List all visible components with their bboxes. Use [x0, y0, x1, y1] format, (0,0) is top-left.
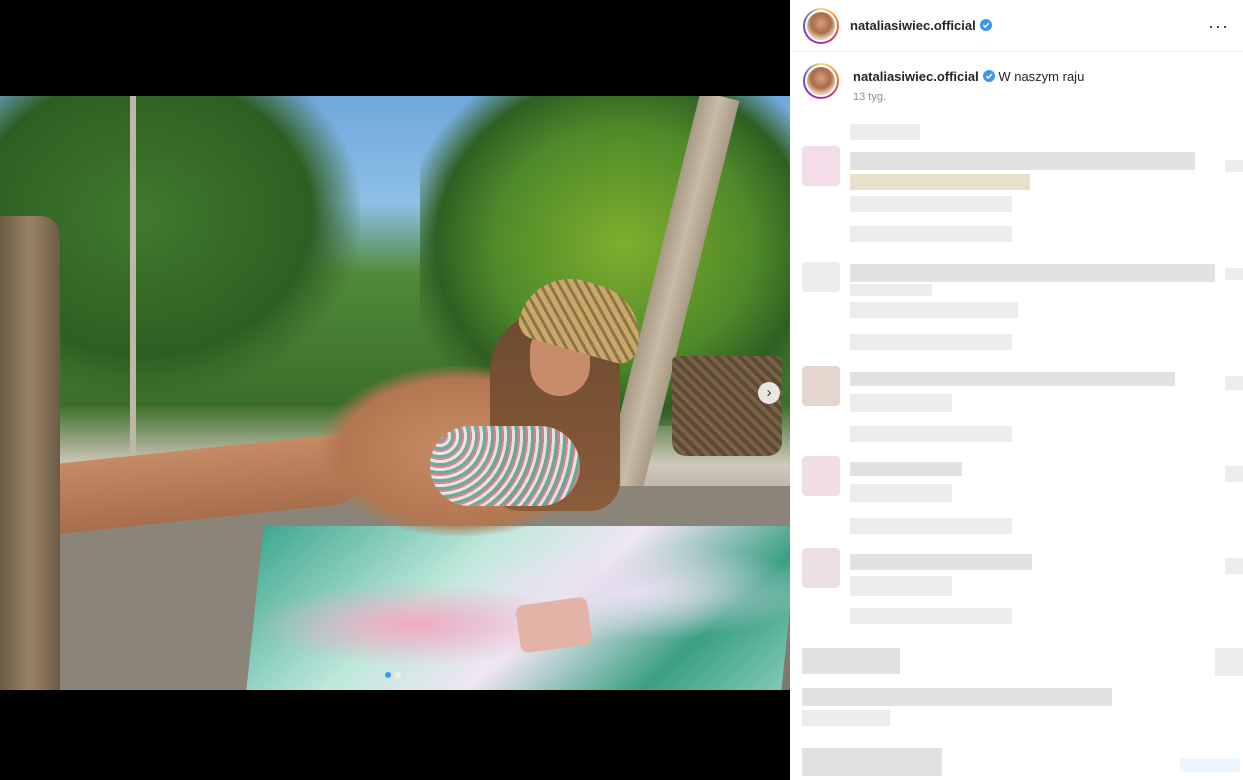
carousel-next-button[interactable]: ›	[758, 382, 780, 404]
obscured-comment-block	[1215, 648, 1243, 676]
obscured-comment-block	[1225, 160, 1243, 172]
caption-text: W naszym raju	[998, 69, 1085, 84]
wicker-basket	[672, 356, 782, 456]
obscured-comment-block	[850, 196, 1012, 212]
obscured-comment-block	[850, 334, 1012, 350]
obscured-comment-block	[850, 152, 1195, 170]
obscured-comment-block	[850, 554, 1032, 570]
obscured-comment-block	[850, 174, 1030, 190]
obscured-comment-block	[802, 688, 1112, 706]
obscured-comment-block	[1180, 758, 1240, 772]
obscured-comment-block	[850, 394, 952, 412]
header-username[interactable]: nataliasiwiec.official	[850, 18, 992, 33]
caption-timestamp: 13 tyg.	[853, 91, 887, 103]
obscured-comment-block	[850, 462, 962, 476]
smartphone	[515, 596, 593, 654]
obscured-comment-block	[802, 146, 840, 186]
avatar[interactable]	[803, 7, 839, 44]
post-photo[interactable]	[0, 96, 790, 690]
obscured-comment-block	[850, 302, 1018, 318]
carousel-indicator	[385, 672, 401, 678]
palm-pole	[130, 96, 136, 456]
obscured-comment-block	[850, 608, 1012, 624]
post-side-panel: nataliasiwiec.official ··· nataliasiwiec…	[790, 0, 1243, 780]
carousel-dot	[395, 672, 401, 678]
instagram-post-view: › nataliasiwiec.official ··· nataliasiwi…	[0, 0, 1243, 780]
carousel-dot-active	[385, 672, 391, 678]
obscured-comment-block	[850, 264, 1215, 282]
obscured-comment-block	[1225, 376, 1243, 390]
more-icon[interactable]: ···	[1208, 17, 1229, 35]
bikini	[430, 426, 580, 506]
post-header: nataliasiwiec.official ···	[790, 0, 1243, 52]
obscured-comment-block	[802, 748, 942, 776]
verified-icon	[979, 19, 992, 31]
obscured-comment-block	[802, 710, 890, 726]
obscured-comment-block	[850, 576, 952, 596]
obscured-comment-block	[1225, 268, 1243, 280]
obscured-comment-block	[802, 456, 840, 496]
caption-body: nataliasiwiec.official W naszym raju 13 …	[853, 63, 1084, 103]
obscured-comment-block	[850, 372, 1175, 386]
obscured-comment-block	[850, 284, 932, 296]
obscured-comment-block	[1225, 466, 1243, 482]
verified-icon	[982, 70, 995, 82]
obscured-comment-block	[1225, 558, 1243, 574]
obscured-comment-block	[802, 366, 840, 406]
obscured-comment-block	[850, 484, 952, 502]
obscured-comment-block	[802, 262, 840, 292]
caption-avatar[interactable]	[803, 63, 839, 99]
obscured-comment-block	[850, 226, 1012, 242]
obscured-comment-block	[850, 518, 1012, 534]
obscured-comment-block	[850, 426, 1012, 442]
media-area: ›	[0, 0, 790, 780]
palm-trunk-left	[0, 216, 60, 690]
post-caption: nataliasiwiec.official W naszym raju 13 …	[790, 52, 1243, 103]
obscured-comment-block	[802, 648, 900, 674]
chevron-right-icon: ›	[766, 384, 772, 401]
caption-username[interactable]: nataliasiwiec.official	[853, 69, 995, 84]
obscured-comment-block	[850, 124, 920, 140]
obscured-comment-block	[802, 548, 840, 588]
